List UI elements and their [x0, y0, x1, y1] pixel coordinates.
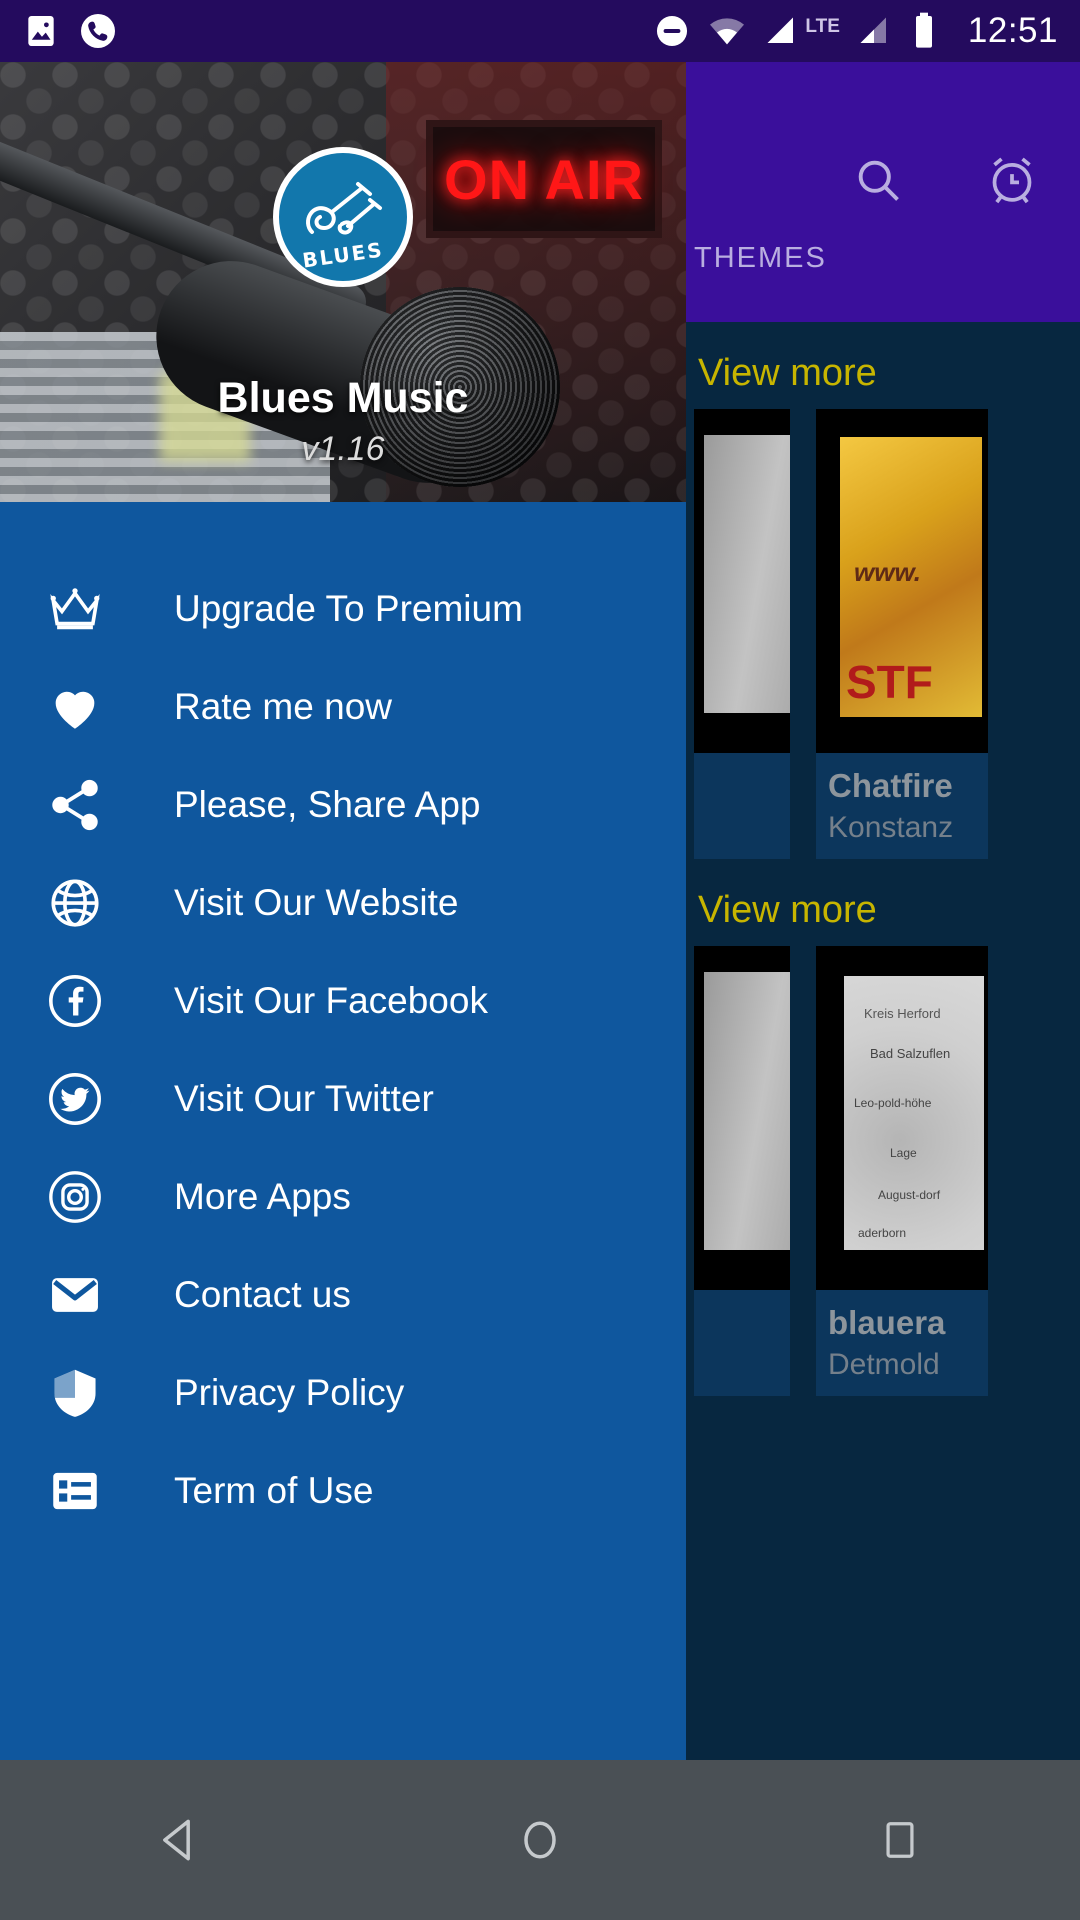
menu-item-label: Term of Use: [174, 1470, 374, 1511]
card-title: blauera: [828, 1304, 946, 1341]
menu-item-visit-website[interactable]: Visit Our Website: [0, 854, 686, 952]
search-icon[interactable]: [852, 154, 904, 206]
card-thumbnail: Kreis Herford Bad Salzuflen Leo-pold-höh…: [816, 946, 988, 1290]
image-icon: [22, 12, 60, 50]
crown-icon: [42, 576, 108, 642]
phone-screen: THEMES View more www. STF Chatfire Konst…: [0, 0, 1080, 1920]
network-type-label: LTE: [805, 16, 840, 37]
app-logo: BLUES: [273, 147, 413, 287]
map-label: aderborn: [858, 1226, 907, 1240]
status-bar-system-icons: LTE 12:51: [653, 11, 1058, 51]
wifi-icon: [707, 11, 747, 51]
facebook-icon: [42, 968, 108, 1034]
menu-item-label: Visit Our Website: [174, 882, 459, 923]
app-version: v1.16: [301, 430, 385, 468]
menu-item-label: Upgrade To Premium: [174, 588, 523, 629]
navigation-drawer: ON AIR BLUES Blues Music v1.16 Upgrade T…: [0, 62, 686, 1760]
menu-item-term-of-use[interactable]: Term of Use: [0, 1442, 686, 1540]
share-icon: [42, 772, 108, 838]
shield-icon: [42, 1360, 108, 1426]
thumbnail-stf-text: STF: [846, 656, 933, 708]
recents-button[interactable]: [820, 1760, 980, 1920]
menu-item-label: Visit Our Facebook: [174, 980, 488, 1021]
menu-item-label: More Apps: [174, 1176, 351, 1217]
map-label: Bad Salzuflen: [870, 1046, 951, 1061]
card-subtitle: Konstanz: [828, 811, 954, 844]
menu-item-upgrade-to-premium[interactable]: Upgrade To Premium: [0, 560, 686, 658]
menu-item-label: Privacy Policy: [174, 1372, 405, 1413]
menu-item-rate-me-now[interactable]: Rate me now: [0, 658, 686, 756]
card-thumbnail: www. STF: [816, 409, 988, 753]
card-thumbnail: [694, 409, 790, 753]
alarm-clock-icon[interactable]: [984, 152, 1040, 208]
thumbnail-image: [704, 972, 790, 1250]
twitter-icon: [42, 1066, 108, 1132]
menu-item-label: Visit Our Twitter: [174, 1078, 434, 1119]
card-subtitle: Detmold: [828, 1348, 940, 1381]
signal-icon: [763, 13, 799, 49]
card-partial-2[interactable]: [694, 946, 790, 1396]
phone-call-icon: [78, 11, 118, 51]
card-chatfire[interactable]: www. STF Chatfire Konstanz: [816, 409, 988, 859]
menu-item-share-app[interactable]: Please, Share App: [0, 756, 686, 854]
on-air-text: ON AIR: [444, 147, 644, 211]
clock: 12:51: [967, 11, 1058, 50]
heart-icon: [42, 674, 108, 740]
menu-item-more-apps[interactable]: More Apps: [0, 1148, 686, 1246]
drawer-menu: Upgrade To Premium Rate me now Please, S…: [0, 502, 686, 1540]
card-partial-1[interactable]: [694, 409, 790, 859]
card-title: Chatfire: [828, 767, 953, 804]
menu-item-label: Please, Share App: [174, 784, 481, 825]
menu-item-visit-facebook[interactable]: Visit Our Facebook: [0, 952, 686, 1050]
home-button[interactable]: [460, 1760, 620, 1920]
signal-icon-2: [856, 13, 892, 49]
menu-item-contact-us[interactable]: Contact us: [0, 1246, 686, 1344]
menu-item-privacy-policy[interactable]: Privacy Policy: [0, 1344, 686, 1442]
thumbnail-image: [704, 435, 790, 713]
email-icon: [42, 1262, 108, 1328]
instagram-icon: [42, 1164, 108, 1230]
do-not-disturb-icon: [653, 12, 691, 50]
thumbnail-map-image: Kreis Herford Bad Salzuflen Leo-pold-höh…: [844, 976, 984, 1250]
status-bar: LTE 12:51: [0, 0, 1080, 62]
status-bar-notifications: [22, 11, 118, 51]
map-label: Leo-pold-höhe: [854, 1096, 932, 1110]
thumbnail-www-text: www.: [854, 557, 921, 587]
page-title: Blues Music: [217, 374, 469, 422]
android-navigation-bar: [0, 1760, 1080, 1920]
tab-themes[interactable]: THEMES: [694, 242, 827, 275]
map-label: August-dorf: [878, 1188, 941, 1202]
globe-icon: [42, 870, 108, 936]
drawer-header: ON AIR BLUES Blues Music v1.16: [0, 62, 686, 502]
app-bar-actions: [852, 152, 1040, 208]
menu-item-visit-twitter[interactable]: Visit Our Twitter: [0, 1050, 686, 1148]
back-button[interactable]: [100, 1760, 260, 1920]
map-label: Lage: [890, 1146, 917, 1160]
on-air-sign: ON AIR: [426, 120, 662, 238]
battery-icon: [908, 11, 940, 51]
thumbnail-image: www. STF: [840, 437, 982, 717]
menu-item-label: Contact us: [174, 1274, 351, 1315]
card-blauera[interactable]: Kreis Herford Bad Salzuflen Leo-pold-höh…: [816, 946, 988, 1396]
list-icon: [42, 1458, 108, 1524]
menu-item-label: Rate me now: [174, 686, 392, 727]
map-label: Kreis Herford: [864, 1006, 941, 1021]
card-thumbnail: [694, 946, 790, 1290]
